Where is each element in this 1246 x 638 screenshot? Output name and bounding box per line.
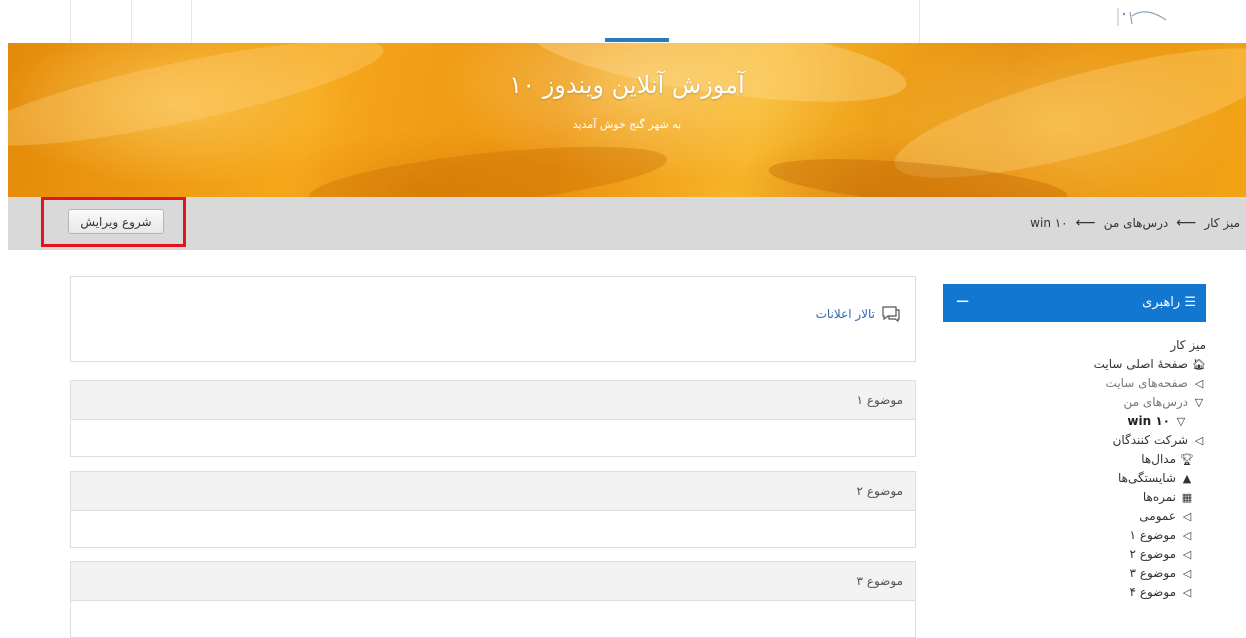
caret-collapsed-icon: ◁ xyxy=(1182,586,1192,599)
nav-item-topic-1[interactable]: ◁موضوع ۱ xyxy=(936,526,1206,545)
topic-section: موضوع ۱ xyxy=(70,380,916,457)
breadcrumb-item-course[interactable]: win ۱۰ xyxy=(1030,216,1067,230)
caret-collapsed-icon: ◁ xyxy=(1194,434,1204,447)
announcements-section: تالار اعلانات xyxy=(70,276,916,362)
nav-item-site-pages[interactable]: ◁صفحه‌های سایت xyxy=(936,374,1206,393)
caret-expanded-icon: ▽ xyxy=(1176,415,1186,428)
menu-icon: ☰ xyxy=(1184,295,1196,310)
topic-title: موضوع ۲ xyxy=(71,472,915,511)
breadcrumb: میز کار ⟵ درس‌های من ⟵ win ۱۰ xyxy=(1030,197,1240,250)
nav-divider xyxy=(70,0,71,43)
breadcrumb-bar: میز کار ⟵ درس‌های من ⟵ win ۱۰ xyxy=(8,197,1246,250)
grid-icon: ▦ xyxy=(1181,491,1193,504)
course-subtitle: به شهر گنج خوش آمدید xyxy=(572,118,682,131)
turn-editing-on-button[interactable]: شروع ویرایش xyxy=(68,209,164,234)
caret-collapsed-icon: ◁ xyxy=(1182,567,1192,580)
home-icon: 🏠︎ xyxy=(1192,358,1206,371)
nav-item-my-courses[interactable]: ▽درس‌های من xyxy=(936,393,1206,412)
topic-section: موضوع ۲ xyxy=(70,471,916,548)
course-banner: آموزش آنلاین ویندوز ۱۰ به شهر گنج خوش آم… xyxy=(8,43,1246,197)
nav-divider xyxy=(131,0,132,43)
caret-collapsed-icon: ◁ xyxy=(1182,510,1192,523)
breadcrumb-item-my-courses[interactable]: درس‌های من xyxy=(1104,216,1169,230)
nav-item-topic-4[interactable]: ◁موضوع ۴ xyxy=(936,583,1206,602)
topic-body xyxy=(71,511,915,547)
announcements-label: تالار اعلانات xyxy=(815,307,875,321)
navigation-title: ☰ راهبری xyxy=(1142,295,1196,310)
announcements-link[interactable]: تالار اعلانات xyxy=(816,305,901,323)
nav-item-grades[interactable]: ▦نمره‌ها xyxy=(936,488,1206,507)
nav-item-badges[interactable]: 🏆︎مدال‌ها xyxy=(936,450,1206,469)
course-title: آموزش آنلاین ویندوز ۱۰ xyxy=(509,71,745,99)
top-navbar xyxy=(0,0,1246,43)
nav-item-topic-3[interactable]: ◁موضوع ۳ xyxy=(936,564,1206,583)
topic-section: موضوع ۳ xyxy=(70,561,916,638)
nav-item-general[interactable]: ◁عمومی xyxy=(936,507,1206,526)
navigation-tree: میز کار 🏠︎صفحهٔ اصلی سایت ◁صفحه‌های سایت… xyxy=(936,336,1206,602)
arrow-left-icon: ⟵ xyxy=(1176,215,1197,231)
collapse-icon[interactable]: − xyxy=(955,284,970,320)
caret-collapsed-icon: ◁ xyxy=(1182,548,1192,561)
breadcrumb-item-dashboard[interactable]: میز کار xyxy=(1204,216,1240,230)
topic-title: موضوع ۳ xyxy=(71,562,915,601)
nav-divider xyxy=(191,0,192,43)
topic-body xyxy=(71,420,915,456)
active-tab-indicator xyxy=(605,38,669,42)
trophy-icon: 🏆︎ xyxy=(1180,453,1194,466)
nav-item-topic-2[interactable]: ◁موضوع ۲ xyxy=(936,545,1206,564)
nav-item-participants[interactable]: ◁شرکت کنندگان xyxy=(936,431,1206,450)
caret-collapsed-icon: ◁ xyxy=(1182,529,1192,542)
arrow-left-icon: ⟵ xyxy=(1075,215,1096,231)
nav-item-competencies[interactable]: ▲شایستگی‌ها xyxy=(936,469,1206,488)
nav-item-dashboard[interactable]: میز کار xyxy=(936,336,1206,355)
topic-body xyxy=(71,601,915,637)
caret-collapsed-icon: ◁ xyxy=(1194,377,1204,390)
forum-icon xyxy=(882,306,900,323)
caret-expanded-icon: ▽ xyxy=(1194,396,1204,409)
competency-icon: ▲ xyxy=(1182,472,1192,485)
nav-item-course[interactable]: ▽win ۱۰ xyxy=(936,412,1206,431)
navigation-block-header: ☰ راهبری − xyxy=(943,284,1206,322)
nav-item-site-home[interactable]: 🏠︎صفحهٔ اصلی سایت xyxy=(936,355,1206,374)
topic-title: موضوع ۱ xyxy=(71,381,915,420)
site-logo[interactable] xyxy=(1112,6,1168,28)
nav-divider xyxy=(919,0,920,43)
